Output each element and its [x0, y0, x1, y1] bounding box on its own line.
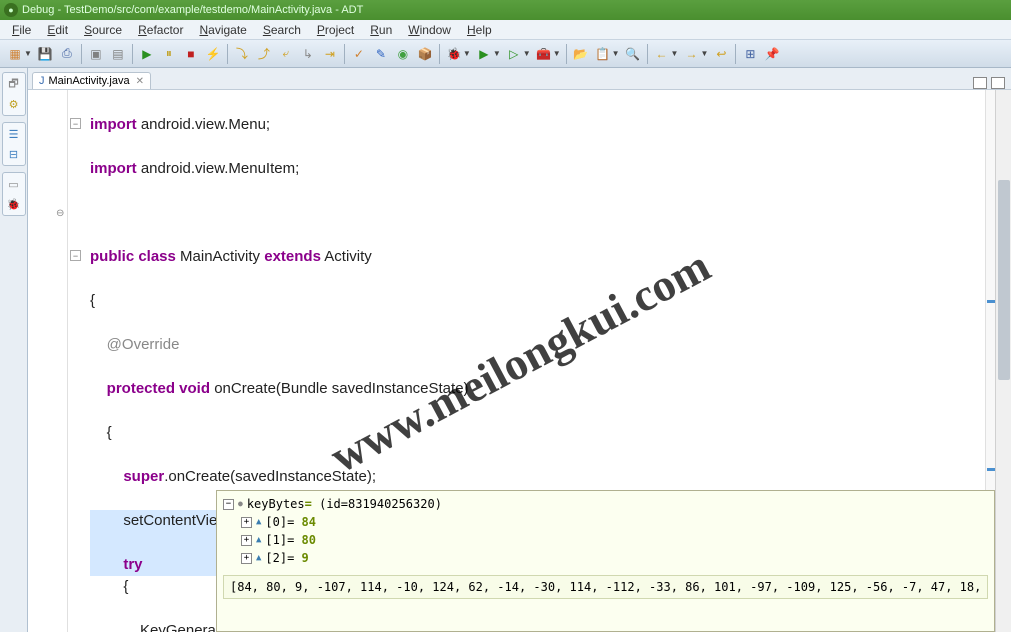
fold-toggle-icon[interactable]: −	[70, 250, 81, 261]
menu-edit[interactable]: Edit	[39, 23, 76, 37]
menu-help[interactable]: Help	[459, 23, 500, 37]
dropdown-icon[interactable]: ▼	[700, 49, 708, 58]
collapse-toggle-icon[interactable]: −	[223, 499, 234, 510]
avd-manager-icon[interactable]: ▤	[108, 44, 128, 64]
debug-view-icon[interactable]: 🗗	[5, 75, 23, 93]
dropdown-icon[interactable]: ▼	[24, 49, 32, 58]
open-type-icon[interactable]: 📂	[571, 44, 591, 64]
dropdown-icon[interactable]: ▼	[493, 49, 501, 58]
nav-back-icon[interactable]: ←	[652, 44, 672, 64]
maximize-editor-icon[interactable]	[991, 77, 1005, 89]
editor-tab-bar: J MainActivity.java ✕	[28, 68, 1011, 90]
nav-forward-icon[interactable]: →	[681, 44, 701, 64]
main-toolbar: ▦▼ 💾 ⎙ ▣ ▤ ▶ ⏸ ■ ⚡ ⤵ ⤴ ⤶ ↳ ⇥ ✓ ✎ ◉ 📦 🐞▼ …	[0, 40, 1011, 68]
editor-gutter: ⊖	[28, 90, 68, 632]
menu-window[interactable]: Window	[400, 23, 459, 37]
run-last-icon[interactable]: ▷	[504, 44, 524, 64]
disconnect-icon[interactable]: ⚡	[203, 44, 223, 64]
variables-view-icon[interactable]: ⊟	[5, 145, 23, 163]
servers-view-icon[interactable]: ⚙	[5, 95, 23, 113]
vertical-scrollbar[interactable]	[995, 90, 1011, 632]
open-task-icon[interactable]: 📋	[593, 44, 613, 64]
console-view-icon[interactable]: ▭	[5, 175, 23, 193]
new-class-icon[interactable]: ◉	[393, 44, 413, 64]
dropdown-icon[interactable]: ▼	[463, 49, 471, 58]
fold-toggle-icon[interactable]: −	[70, 118, 81, 129]
search-icon[interactable]: 🔍	[623, 44, 643, 64]
app-icon: ●	[4, 3, 18, 17]
override-marker-icon[interactable]: ⊖	[56, 208, 64, 219]
debug-hover-popup: − ● keyBytes= (id=831940256320) + ▲[0]= 8…	[216, 490, 995, 632]
menu-bar: File Edit Source Refactor Navigate Searc…	[0, 20, 1011, 40]
field-icon: ▲	[256, 513, 261, 531]
debug-item: [2]= 9	[265, 549, 308, 567]
perspective-icon[interactable]: ⊞	[740, 44, 760, 64]
save-all-icon[interactable]: ⎙	[57, 44, 77, 64]
expand-toggle-icon[interactable]: +	[241, 535, 252, 546]
menu-navigate[interactable]: Navigate	[191, 23, 254, 37]
resume-icon[interactable]: ▶	[137, 44, 157, 64]
terminate-icon[interactable]: ■	[181, 44, 201, 64]
menu-search[interactable]: Search	[255, 23, 309, 37]
debug-array-value: [84, 80, 9, -107, 114, -10, 124, 62, -14…	[223, 575, 988, 599]
editor-tab-mainactivity[interactable]: J MainActivity.java ✕	[32, 72, 151, 89]
minimize-editor-icon[interactable]	[973, 77, 987, 89]
window-titlebar: ● Debug - TestDemo/src/com/example/testd…	[0, 0, 1011, 20]
nav-last-icon[interactable]: ↩	[711, 44, 731, 64]
new-icon[interactable]: ▦	[5, 44, 25, 64]
step-over-icon[interactable]: ⤴	[254, 44, 274, 64]
left-trim-bar: 🗗 ⚙ ☰ ⊟ ▭ 🐞	[0, 68, 28, 632]
expand-toggle-icon[interactable]: +	[241, 517, 252, 528]
step-return-icon[interactable]: ⤶	[276, 44, 296, 64]
drop-frame-icon[interactable]: ↳	[298, 44, 318, 64]
field-icon: ▲	[256, 549, 261, 567]
outline-view-icon[interactable]: ☰	[5, 125, 23, 143]
java-file-icon: J	[39, 75, 45, 87]
debug-item: [0]= 84	[265, 513, 316, 531]
step-filter-icon[interactable]: ⇥	[320, 44, 340, 64]
menu-file[interactable]: File	[4, 23, 39, 37]
scrollbar-thumb[interactable]	[998, 180, 1010, 380]
external-tools-icon[interactable]: 🧰	[534, 44, 554, 64]
run-icon[interactable]: ▶	[474, 44, 494, 64]
breakpoints-view-icon[interactable]: 🐞	[5, 195, 23, 213]
dropdown-icon[interactable]: ▼	[612, 49, 620, 58]
new-package-icon[interactable]: 📦	[415, 44, 435, 64]
menu-source[interactable]: Source	[76, 23, 130, 37]
save-icon[interactable]: 💾	[35, 44, 55, 64]
sdk-manager-icon[interactable]: ▣	[86, 44, 106, 64]
edit-icon[interactable]: ✎	[371, 44, 391, 64]
lint-icon[interactable]: ✓	[349, 44, 369, 64]
dropdown-icon[interactable]: ▼	[523, 49, 531, 58]
pin-icon[interactable]: 📌	[762, 44, 782, 64]
debug-item: [1]= 80	[265, 531, 316, 549]
menu-refactor[interactable]: Refactor	[130, 23, 191, 37]
menu-project[interactable]: Project	[309, 23, 362, 37]
tab-filename: MainActivity.java	[49, 75, 130, 87]
field-icon: ▲	[256, 531, 261, 549]
expand-toggle-icon[interactable]: +	[241, 553, 252, 564]
debug-icon[interactable]: 🐞	[444, 44, 464, 64]
suspend-icon[interactable]: ⏸	[159, 44, 179, 64]
bullet-icon: ●	[238, 495, 243, 513]
step-into-icon[interactable]: ⤵	[232, 44, 252, 64]
window-title: Debug - TestDemo/src/com/example/testdem…	[22, 4, 363, 16]
dropdown-icon[interactable]: ▼	[553, 49, 561, 58]
close-icon[interactable]: ✕	[136, 76, 144, 87]
dropdown-icon[interactable]: ▼	[671, 49, 679, 58]
debug-var-name: keyBytes= (id=831940256320)	[247, 495, 442, 513]
menu-run[interactable]: Run	[362, 23, 400, 37]
